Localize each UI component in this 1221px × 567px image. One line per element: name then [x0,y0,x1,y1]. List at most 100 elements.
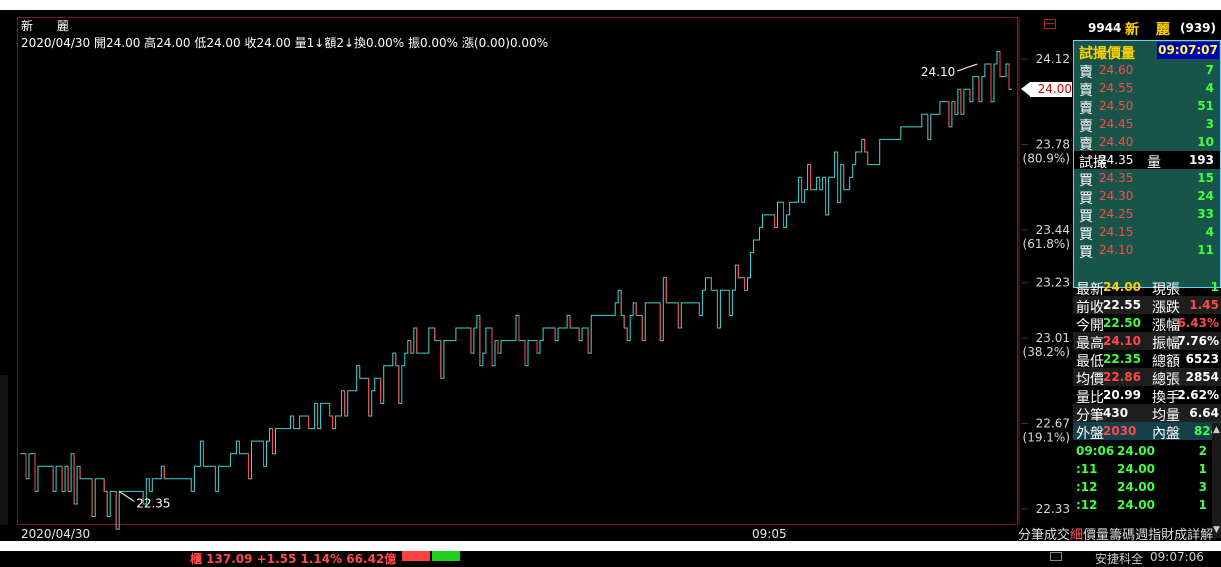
stat-value: 6523 [1185,352,1219,366]
ask-qty: 51 [1197,99,1214,113]
tab-8[interactable]: 成 [1174,524,1187,542]
stat-row: 分筆 430 均量 6.64 [1073,404,1221,424]
tick-row: :12 24.00 1 [1073,496,1221,514]
tick-time: :11 [1076,462,1098,476]
bid-row: 買 24.25 33 [1074,205,1220,225]
bid-qty: 4 [1205,225,1214,239]
status-stock-name: 安捷科全 [1095,552,1144,566]
ask-row: 賣 24.40 10 [1074,133,1220,153]
bid-qty: 33 [1197,207,1214,221]
up-ratio-bar [402,551,430,561]
window-icon[interactable] [1050,552,1062,561]
tab-9[interactable]: 詳解 [1187,524,1213,542]
bid-price: 24.10 [1099,243,1134,257]
bid-row: 買 24.10 11 [1074,241,1220,261]
current-price-arrow [1021,82,1030,96]
ask-qty: 4 [1205,81,1214,95]
ask-price: 24.45 [1099,117,1134,131]
axis-pct-label: (61.8%) [1023,237,1070,251]
price-down-ticks [25,51,1010,530]
stat-value: 2030 [1103,424,1137,438]
high-annotation-leader [957,63,978,72]
stat-value: 1 [1210,280,1219,294]
stat-value: 6.64 [1189,406,1219,420]
tab-3[interactable]: 價量 [1083,524,1109,542]
tick-qty: 3 [1198,480,1207,494]
stat-value: 2854 [1185,370,1219,384]
tab-6[interactable]: 指 [1148,524,1161,542]
stat-row: 量比 20.99 換手 2.62% [1073,386,1221,406]
bid-price: 24.35 [1099,171,1134,185]
tab-2[interactable]: 細 [1070,524,1083,542]
stat-value: 22.55 [1103,298,1141,312]
scroll-up-icon[interactable]: ▲ [1213,425,1220,435]
trial-match-row: 試撮 24.35 量 193 [1074,151,1220,171]
ask-price: 24.40 [1099,135,1134,149]
tick-price: 24.00 [1117,498,1155,512]
current-price-tag: 24.00 [1030,82,1072,97]
stat-value: 20.99 [1103,388,1141,402]
ask-row: 賣 24.55 4 [1074,79,1220,99]
quote-panel: 9944 新 麗 (939) 試撮價量 09:07:07 賣 24.60 7 賣 24.… [1073,17,1221,545]
ask-price: 24.55 [1099,81,1134,95]
ask-qty: 10 [1197,135,1214,149]
tick-row: :11 24.00 1 [1073,460,1221,478]
tab-1[interactable]: 成交 [1044,524,1070,542]
stat-row: 最低 22.35 總額 6523 [1073,350,1221,370]
axis-price-label: 22.33 [1036,502,1070,516]
tab-4[interactable]: 籌碼 [1109,524,1135,542]
stat-value: 430 [1103,406,1129,420]
stat-row: 均價 22.86 總張 2854 [1073,368,1221,388]
stat-row: 最新 24.00 現張 1 [1073,278,1221,298]
axis-price-label: 23.78 [1036,137,1070,151]
axis-price-label: 24.12 [1036,52,1070,66]
tick-qty: 2 [1198,444,1207,458]
ask-qty: 3 [1205,117,1214,131]
stock-code: 9944 [1088,21,1122,35]
price-series-line [20,51,1012,530]
stat-value: 24.10 [1103,334,1141,348]
stat-value: 7.76% [1177,334,1219,348]
order-book: 試撮價量 09:07:07 賣 24.60 7 賣 24.55 4 賣 24.50 51 賣 24.… [1073,40,1221,288]
order-book-time: 09:07:07 [1157,42,1219,59]
bid-price: 24.30 [1099,189,1134,203]
tab-7[interactable]: 財 [1161,524,1174,542]
axis-pct-label: (38.2%) [1023,345,1070,359]
bid-row: 買 24.35 15 [1074,169,1220,189]
status-time: 09:07:06 [1150,550,1204,564]
stat-value: 22.86 [1103,370,1141,384]
trial-qty: 193 [1188,153,1214,167]
status-bar: 櫃 137.09 +1.55 1.14% 66.42億 安捷科全 09:07:0… [0,550,1221,566]
tick-price: 24.00 [1117,480,1155,494]
ask-price: 24.60 [1099,63,1134,77]
bid-qty: 11 [1197,243,1214,257]
tick-row: :12 24.00 3 [1073,478,1221,496]
high-annotation: 24.10 [921,65,955,79]
chart-date-label: 2020/04/30 [21,527,91,541]
bid-qty: 15 [1197,171,1214,185]
tick-time: :12 [1076,498,1098,512]
bid-side-label: 買 [1079,245,1093,261]
otc-index-text: 櫃 137.09 +1.55 1.14% 66.42億 [190,552,397,566]
low-annotation: 22.35 [136,496,170,510]
trial-price: 24.35 [1099,153,1134,167]
axis-price-label: 23.23 [1036,276,1070,290]
stat-value: 2.62% [1177,388,1219,402]
tick-row: 09:06 24.00 2 [1073,442,1221,460]
stock-count: (939) [1180,21,1217,35]
axis-price-label: 23.44 [1036,223,1070,237]
bid-row: 買 24.15 4 [1074,223,1220,243]
ask-price: 24.50 [1099,99,1134,113]
ticks-scrollbar[interactable]: ▲ ▼ [1212,423,1221,538]
stat-value: 24.00 [1103,280,1141,294]
tab-5[interactable]: 週 [1135,524,1148,542]
chart-time-label: 09:05 [752,527,787,541]
ask-row: 賣 24.60 7 [1074,61,1220,81]
axis-price-label: 23.01 [1036,331,1070,345]
order-book-header: 試撮價量 09:07:07 [1074,41,1220,62]
stat-label: 內盤 [1152,426,1180,442]
stock-name: 新 麗 [1125,22,1176,38]
tick-qty: 1 [1198,498,1207,512]
axis-price-label: 22.67 [1036,417,1070,431]
tab-0[interactable]: 分筆 [1018,524,1044,542]
